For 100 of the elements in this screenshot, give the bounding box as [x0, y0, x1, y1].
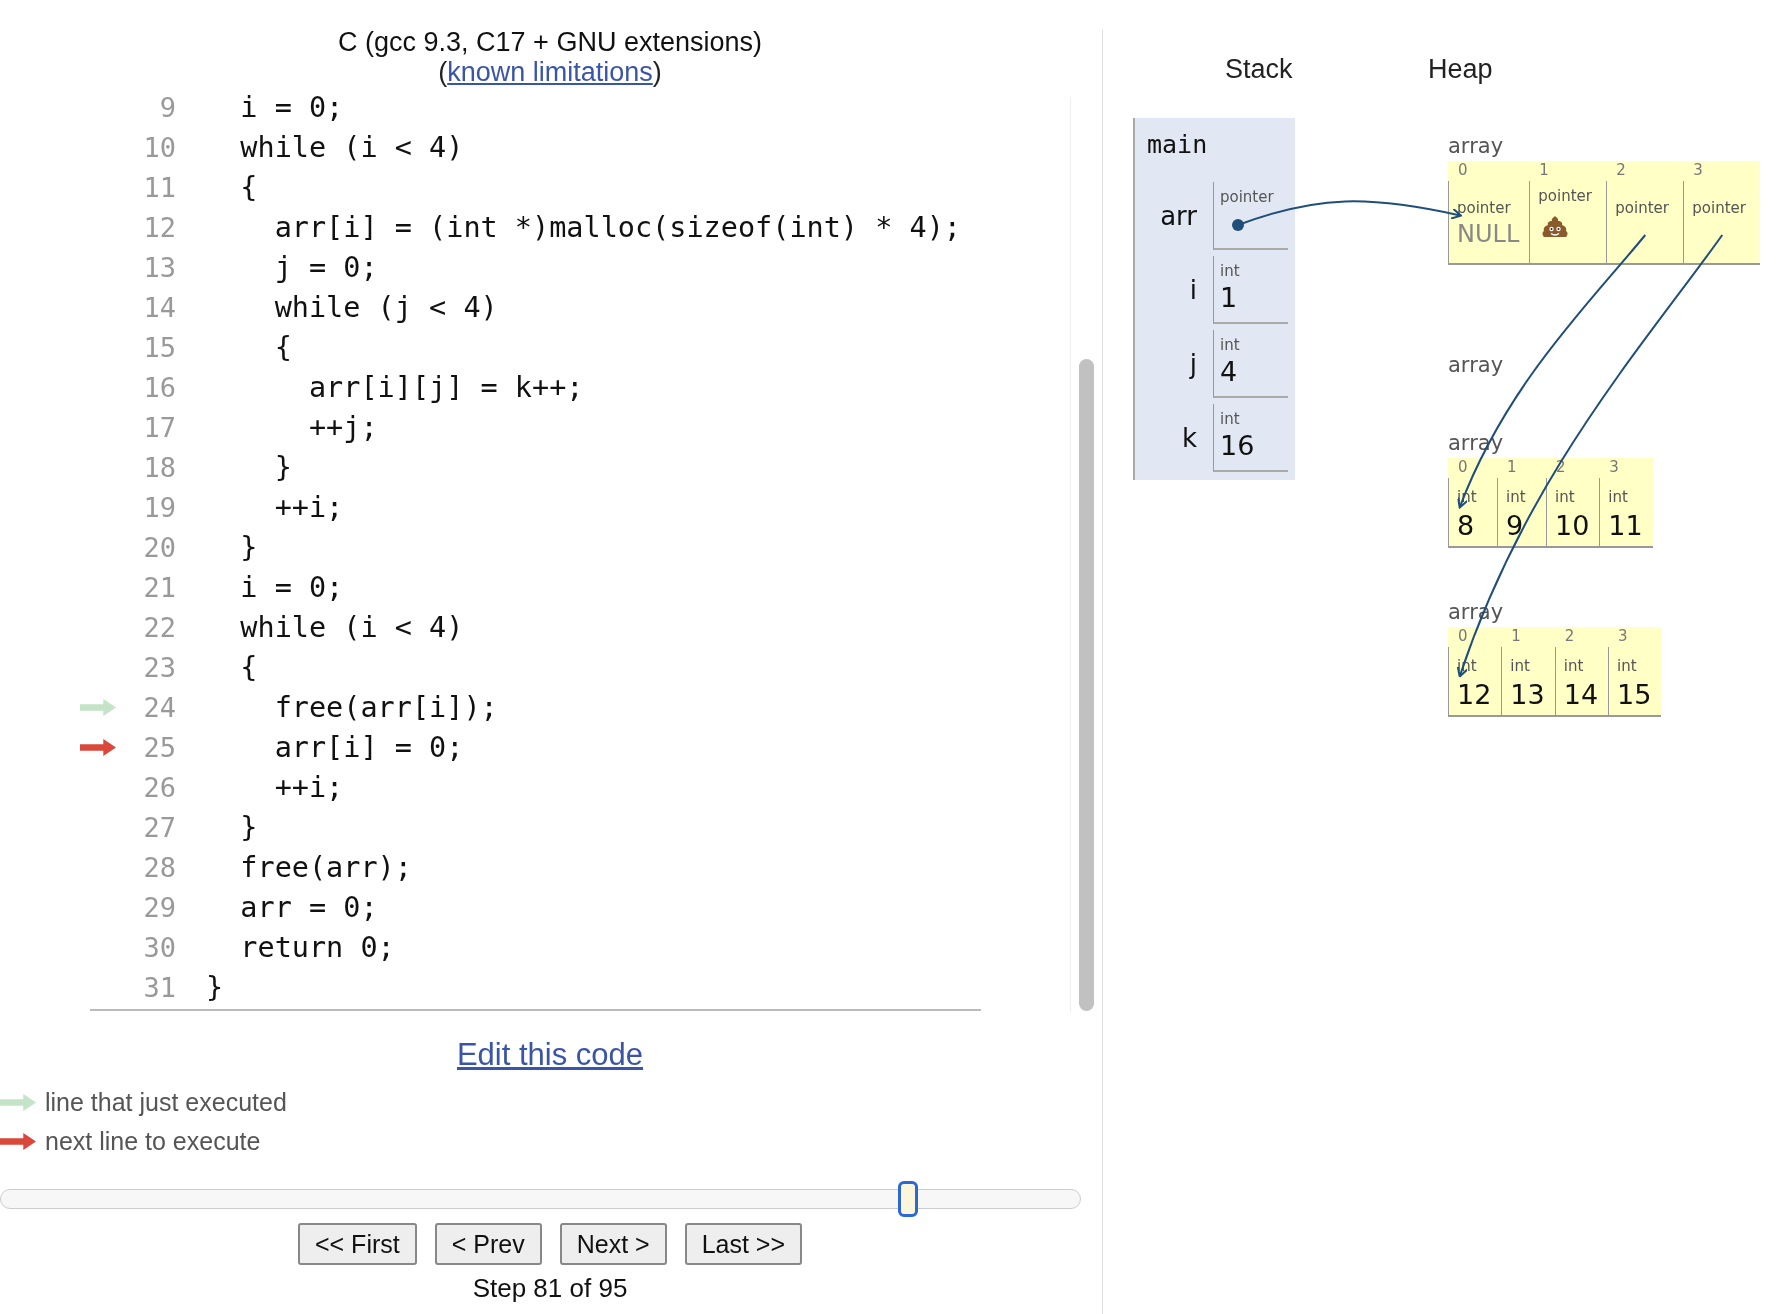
type-label: pointer	[1538, 187, 1593, 205]
line-number: 17	[142, 411, 176, 443]
line-number: 14	[142, 291, 176, 323]
cell-value: 15	[1617, 678, 1652, 712]
type-label: int	[1220, 262, 1241, 280]
line-number: 12	[142, 211, 176, 243]
slider-thumb[interactable]	[898, 1181, 919, 1217]
code-line: while (i < 4)	[239, 130, 464, 164]
code-line: arr[i] = 0;	[273, 730, 464, 764]
array-index: 3	[1617, 627, 1629, 647]
line-number: 28	[142, 851, 176, 883]
cell-value: 10	[1555, 509, 1590, 543]
type-label: int	[1220, 410, 1241, 428]
array-index: 0	[1457, 458, 1469, 478]
type-label: int	[1220, 336, 1241, 354]
code-line: {	[239, 650, 258, 684]
code-line: return 0;	[239, 930, 395, 964]
stack-title: Stack	[1225, 54, 1293, 85]
nav-button[interactable]: < Prev	[434, 1223, 542, 1265]
type-label: pointer	[1220, 188, 1275, 206]
line-number: 27	[142, 811, 176, 843]
paren-text: )	[652, 57, 662, 87]
frame-name: main	[1146, 129, 1209, 161]
array-index: 3	[1608, 458, 1620, 478]
type-label: int	[1617, 657, 1638, 675]
line-number: 26	[142, 771, 176, 803]
type-label: pointer	[1615, 199, 1670, 217]
cell-value: 12	[1457, 678, 1492, 712]
code-line: }	[206, 970, 224, 1004]
variable-name: arr	[1159, 201, 1198, 231]
code-line: j = 0;	[273, 250, 378, 284]
line-number: 22	[142, 611, 176, 643]
cell-value: 13	[1510, 678, 1545, 712]
code-line: i = 0;	[239, 570, 344, 604]
code-line: }	[239, 530, 258, 564]
type-label: int	[1510, 657, 1531, 675]
step-slider[interactable]	[0, 1181, 1081, 1217]
cell-value: 14	[1563, 678, 1599, 712]
pile-icon	[1542, 215, 1569, 239]
type-label: int	[1555, 488, 1576, 506]
line-number: 30	[142, 931, 176, 963]
variable-value: 4	[1220, 356, 1239, 387]
step-counter: Step 81 of 95	[471, 1273, 629, 1303]
code-line: arr = 0;	[239, 890, 378, 924]
code-line: }	[273, 450, 292, 484]
type-label: int	[1563, 657, 1585, 675]
line-number: 31	[142, 971, 176, 1003]
variable-name: i	[1188, 275, 1198, 305]
variable-name: k	[1180, 423, 1198, 453]
arrow-icon	[0, 1094, 36, 1111]
code-line: ++j;	[307, 410, 378, 444]
edit-code-link[interactable]: Edit this code	[456, 1037, 644, 1072]
type-label: int	[1506, 488, 1527, 506]
type-label: pointer	[1692, 199, 1747, 217]
cell-value: 9	[1506, 509, 1525, 543]
line-number: 20	[142, 531, 176, 563]
line-number: 9	[158, 91, 176, 123]
code-line: ++i;	[273, 490, 344, 524]
array-label: array	[1448, 352, 1505, 379]
code-line: }	[239, 810, 258, 844]
type-label: pointer	[1457, 199, 1512, 217]
array-index: 2	[1615, 161, 1627, 181]
type-label: int	[1608, 488, 1629, 506]
heap-title: Heap	[1428, 54, 1493, 85]
array-index: 1	[1506, 458, 1518, 478]
code-line: i = 0;	[239, 90, 344, 124]
variable-value: 1	[1220, 282, 1239, 313]
line-number: 16	[142, 371, 176, 403]
line-number: 18	[142, 451, 176, 483]
code-line: while (j < 4)	[273, 290, 498, 324]
paren-text: (	[438, 57, 448, 87]
code-line: {	[273, 330, 292, 364]
code-line: {	[239, 170, 258, 204]
cell-value: 8	[1457, 509, 1476, 543]
code-line: ++i;	[273, 770, 344, 804]
line-number: 21	[142, 571, 176, 603]
array-index: 1	[1510, 627, 1522, 647]
nav-button[interactable]: Last >>	[684, 1223, 803, 1265]
line-number: 11	[142, 171, 176, 203]
line-number: 24	[142, 691, 176, 723]
array-index: 2	[1563, 627, 1576, 647]
null-value: NULL	[1457, 219, 1520, 250]
limitations-link[interactable]: known limitations	[447, 57, 653, 87]
array-index: 3	[1692, 161, 1704, 181]
line-number: 13	[142, 251, 176, 283]
variable-value: 16	[1220, 430, 1256, 461]
line-number: 25	[142, 731, 176, 763]
legend-text: next line to execute	[45, 1127, 261, 1156]
code-line: free(arr);	[239, 850, 412, 884]
nav-button[interactable]: Next >	[559, 1223, 667, 1265]
cell-value: 11	[1608, 509, 1643, 543]
array-label: array	[1448, 133, 1505, 160]
code-line: free(arr[i]);	[273, 690, 498, 724]
arrow-icon	[0, 1133, 36, 1150]
line-number: 29	[142, 891, 176, 923]
line-number: 10	[142, 131, 176, 163]
nav-button[interactable]: << First	[297, 1223, 417, 1265]
legend-text: line that just executed	[45, 1088, 287, 1117]
code-line: arr[i][j] = k++;	[307, 370, 584, 404]
array-index: 0	[1457, 161, 1469, 181]
